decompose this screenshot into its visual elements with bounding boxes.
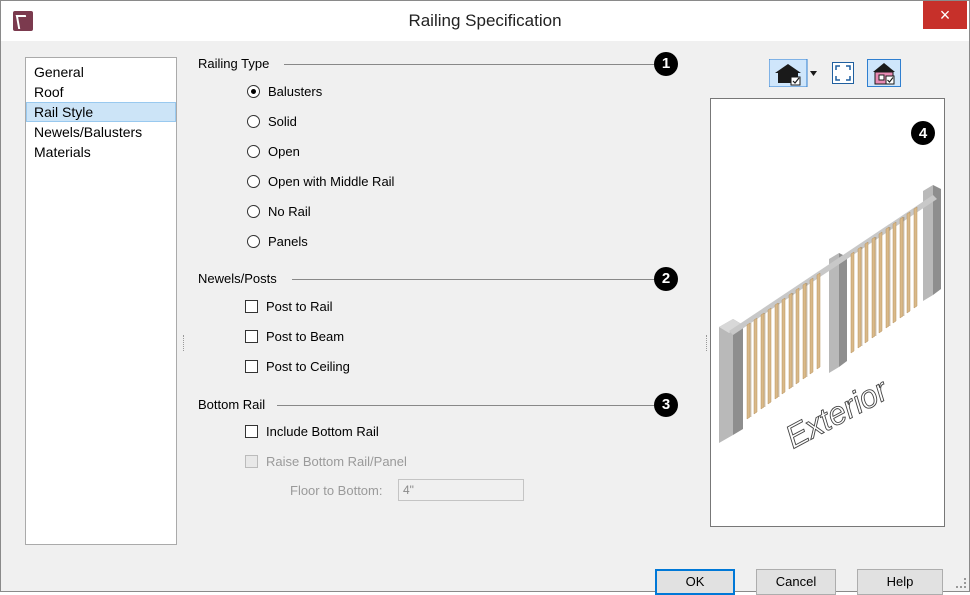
radio-no-rail[interactable]: No Rail [247, 201, 311, 221]
nav-item-materials[interactable]: Materials [26, 142, 176, 162]
material-house-icon [867, 59, 901, 87]
radio-panels-label: Panels [268, 233, 308, 249]
radio-open-label: Open [268, 143, 300, 159]
radio-no-rail-indicator[interactable] [247, 204, 260, 218]
floor-to-bottom-label: Floor to Bottom: [290, 483, 383, 498]
railing-preview[interactable]: 4 Exterior [710, 98, 945, 527]
callout-badge-3: 3 [654, 393, 678, 417]
radio-open-middle-rail[interactable]: Open with Middle Rail [247, 171, 394, 191]
splitter-handle-left[interactable] [183, 335, 186, 351]
radio-solid[interactable]: Solid [247, 111, 297, 131]
bottom-rail-divider [277, 405, 654, 406]
nav-item-roof[interactable]: Roof [26, 82, 176, 102]
checkbox-post-to-ceiling-label: Post to Ceiling [266, 358, 350, 374]
ok-button[interactable]: OK [655, 569, 735, 595]
splitter-handle-right[interactable] [706, 335, 709, 351]
floor-to-bottom-input: 4" [398, 479, 524, 501]
render-preview-button[interactable] [867, 59, 901, 87]
radio-solid-indicator[interactable] [247, 114, 260, 128]
checkbox-raise-bottom-rail: Raise Bottom Rail/Panel [245, 451, 407, 471]
checkbox-post-to-beam-label: Post to Beam [266, 328, 345, 344]
fill-window-icon [832, 62, 854, 84]
house-view-icon [768, 58, 817, 88]
bottom-rail-heading: Bottom Rail [198, 397, 266, 412]
checkbox-include-bottom-rail-box[interactable] [245, 424, 258, 438]
nav-item-rail-style[interactable]: Rail Style [26, 102, 176, 122]
checkbox-include-bottom-rail-label: Include Bottom Rail [266, 423, 379, 439]
cancel-button[interactable]: Cancel [756, 569, 836, 595]
radio-open-middle-rail-label: Open with Middle Rail [268, 173, 395, 189]
checkbox-post-to-beam-box[interactable] [245, 329, 258, 343]
camera-view-dropdown-button[interactable] [768, 58, 819, 88]
checkbox-post-to-rail-box[interactable] [245, 299, 258, 313]
radio-solid-label: Solid [268, 113, 297, 129]
newels-posts-heading: Newels/Posts [198, 271, 277, 286]
checkbox-post-to-rail-label: Post to Rail [266, 298, 333, 314]
newels-posts-divider [292, 279, 654, 280]
help-button[interactable]: Help [857, 569, 943, 595]
checkbox-post-to-beam[interactable]: Post to Beam [245, 326, 344, 346]
radio-open[interactable]: Open [247, 141, 300, 161]
fill-window-button[interactable] [832, 62, 854, 84]
railing-type-divider [284, 64, 654, 65]
checkbox-raise-bottom-rail-label: Raise Bottom Rail/Panel [266, 453, 407, 469]
checkbox-post-to-ceiling[interactable]: Post to Ceiling [245, 356, 350, 376]
window-title: Railing Specification [408, 11, 562, 30]
radio-open-middle-rail-indicator[interactable] [247, 174, 260, 188]
resize-grip[interactable] [956, 578, 966, 588]
railing-type-heading: Railing Type [198, 56, 270, 71]
radio-open-indicator[interactable] [247, 144, 260, 158]
radio-panels[interactable]: Panels [247, 231, 308, 251]
radio-balusters-indicator[interactable] [247, 84, 260, 98]
railing-3d-preview: 4 Exterior [719, 121, 941, 456]
close-button[interactable]: × [923, 1, 967, 29]
checkbox-post-to-rail[interactable]: Post to Rail [245, 296, 332, 316]
nav-item-general[interactable]: General [26, 62, 176, 82]
radio-panels-indicator[interactable] [247, 234, 260, 248]
nav-item-newels-balusters[interactable]: Newels/Balusters [26, 122, 176, 142]
checkbox-post-to-ceiling-box[interactable] [245, 359, 258, 373]
callout-badge-4-label: 4 [919, 125, 928, 142]
category-list[interactable]: General Roof Rail Style Newels/Balusters… [25, 57, 177, 545]
radio-no-rail-label: No Rail [268, 203, 311, 219]
checkbox-include-bottom-rail[interactable]: Include Bottom Rail [245, 421, 379, 441]
callout-badge-1: 1 [654, 52, 678, 76]
checkbox-raise-bottom-rail-box [245, 454, 258, 468]
radio-balusters-label: Balusters [268, 83, 323, 99]
callout-badge-2: 2 [654, 267, 678, 291]
title-bar: Railing Specification × [1, 1, 969, 41]
radio-balusters[interactable]: Balusters [247, 81, 322, 101]
dialog-window: Railing Specification × General Roof Rai… [0, 0, 970, 595]
